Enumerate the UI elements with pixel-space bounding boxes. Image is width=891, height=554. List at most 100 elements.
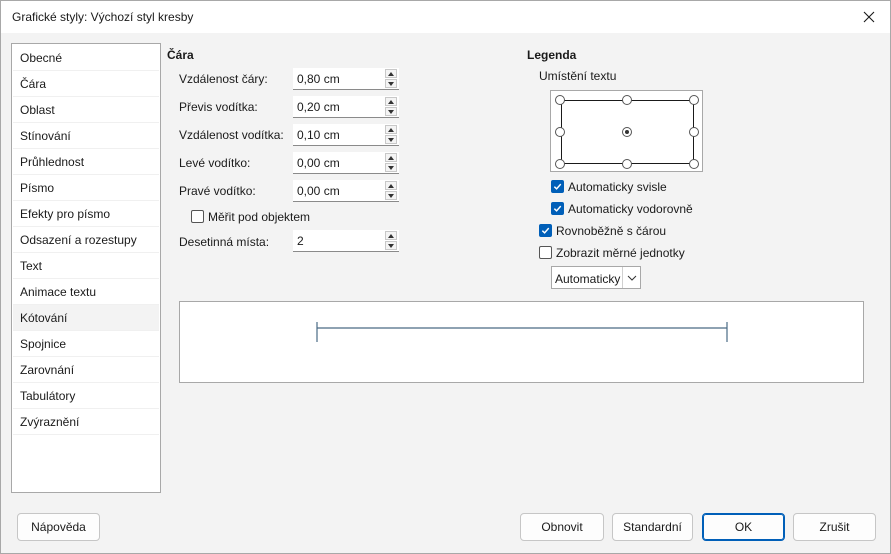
- increment-button[interactable]: [385, 125, 397, 134]
- position-top-left-radio[interactable]: [555, 95, 565, 105]
- reset-button[interactable]: Obnovit: [520, 513, 604, 541]
- dimension-line-preview: [316, 322, 728, 342]
- increment-button[interactable]: [385, 231, 397, 240]
- category-list: Obecné Čára Oblast Stínování Průhlednost…: [11, 43, 161, 493]
- auto-horizontal-label[interactable]: Automaticky vodorovně: [568, 202, 693, 216]
- right-guide-label: Pravé vodítko:: [179, 184, 256, 198]
- measure-below-label[interactable]: Měřit pod objektem: [208, 210, 310, 224]
- decrement-button[interactable]: [385, 135, 397, 144]
- decrement-button[interactable]: [385, 163, 397, 172]
- line-distance-label: Vzdálenost čáry:: [179, 72, 268, 86]
- position-bottom-left-radio[interactable]: [555, 159, 565, 169]
- arrow-down-icon: [388, 109, 394, 114]
- cancel-button[interactable]: Zrušit: [793, 513, 876, 541]
- show-units-label[interactable]: Zobrazit měrné jednotky: [556, 246, 685, 260]
- left-guide-value[interactable]: 0,00 cm: [297, 156, 340, 170]
- sidebar-item-tabulatory[interactable]: Tabulátory: [13, 383, 159, 409]
- decimal-places-spinbox[interactable]: 2: [293, 230, 399, 252]
- units-dropdown-value: Automaticky: [555, 272, 621, 286]
- position-bottom-center-radio[interactable]: [622, 159, 632, 169]
- guide-distance-value[interactable]: 0,10 cm: [297, 128, 340, 142]
- dropdown-toggle[interactable]: [622, 267, 640, 288]
- text-position-selector: [550, 90, 703, 172]
- increment-button[interactable]: [385, 181, 397, 190]
- sidebar-item-oblast[interactable]: Oblast: [13, 97, 159, 123]
- units-dropdown[interactable]: Automaticky: [551, 266, 641, 289]
- check-icon: [541, 227, 550, 234]
- line-section-title: Čára: [167, 48, 194, 62]
- decrement-button[interactable]: [385, 107, 397, 116]
- legend-section-title: Legenda: [527, 48, 577, 62]
- position-bottom-right-radio[interactable]: [689, 159, 699, 169]
- sidebar-item-animace-textu[interactable]: Animace textu: [13, 279, 159, 305]
- ok-button[interactable]: OK: [702, 513, 785, 541]
- position-center-radio[interactable]: [622, 127, 632, 137]
- chevron-down-icon: [627, 275, 636, 281]
- auto-vertical-checkbox[interactable]: [551, 180, 564, 193]
- increment-button[interactable]: [385, 97, 397, 106]
- auto-horizontal-checkbox[interactable]: [551, 202, 564, 215]
- sidebar-item-zvyrazneni[interactable]: Zvýraznění: [13, 409, 159, 435]
- arrow-down-icon: [388, 243, 394, 248]
- dimension-preview: [179, 301, 864, 383]
- arrow-up-icon: [388, 99, 394, 104]
- sidebar-item-pismo[interactable]: Písmo: [13, 175, 159, 201]
- arrow-down-icon: [388, 81, 394, 86]
- text-position-label: Umístění textu: [539, 69, 617, 83]
- arrow-up-icon: [388, 155, 394, 160]
- arrow-down-icon: [388, 165, 394, 170]
- sidebar-item-text[interactable]: Text: [13, 253, 159, 279]
- right-guide-spinbox[interactable]: 0,00 cm: [293, 180, 399, 202]
- position-middle-right-radio[interactable]: [689, 127, 699, 137]
- sidebar-item-spojnice[interactable]: Spojnice: [13, 331, 159, 357]
- arrow-down-icon: [388, 137, 394, 142]
- arrow-up-icon: [388, 233, 394, 238]
- guide-overhang-spinbox[interactable]: 0,20 cm: [293, 96, 399, 118]
- sidebar-item-cara[interactable]: Čára: [13, 71, 159, 97]
- sidebar-item-kotovani[interactable]: Kótování: [13, 305, 159, 331]
- line-distance-spinbox[interactable]: 0,80 cm: [293, 68, 399, 90]
- position-middle-left-radio[interactable]: [555, 127, 565, 137]
- sidebar-item-zarovnani[interactable]: Zarovnání: [13, 357, 159, 383]
- check-icon: [553, 183, 562, 190]
- help-button[interactable]: Nápověda: [17, 513, 100, 541]
- left-guide-spinbox[interactable]: 0,00 cm: [293, 152, 399, 174]
- parallel-to-line-checkbox[interactable]: [539, 224, 552, 237]
- show-units-checkbox[interactable]: [539, 246, 552, 259]
- right-guide-value[interactable]: 0,00 cm: [297, 184, 340, 198]
- sidebar-item-efekty-pro-pismo[interactable]: Efekty pro písmo: [13, 201, 159, 227]
- arrow-down-icon: [388, 193, 394, 198]
- measure-below-checkbox[interactable]: [191, 210, 204, 223]
- position-top-right-radio[interactable]: [689, 95, 699, 105]
- decimal-places-label: Desetinná místa:: [179, 235, 270, 249]
- close-icon: [863, 11, 875, 23]
- increment-button[interactable]: [385, 69, 397, 78]
- auto-vertical-label[interactable]: Automaticky svisle: [568, 180, 667, 194]
- arrow-up-icon: [388, 127, 394, 132]
- sidebar-item-obecne[interactable]: Obecné: [13, 45, 159, 71]
- left-guide-label: Levé vodítko:: [179, 156, 251, 170]
- decimal-places-value[interactable]: 2: [297, 234, 304, 248]
- parallel-to-line-label[interactable]: Rovnoběžně s čárou: [556, 224, 666, 238]
- sidebar-item-odsazeni-a-rozestupy[interactable]: Odsazení a rozestupy: [13, 227, 159, 253]
- window-title: Grafické styly: Výchozí styl kresby: [12, 10, 194, 24]
- arrow-up-icon: [388, 71, 394, 76]
- arrow-up-icon: [388, 183, 394, 188]
- decrement-button[interactable]: [385, 191, 397, 200]
- guide-distance-spinbox[interactable]: 0,10 cm: [293, 124, 399, 146]
- standard-button[interactable]: Standardní: [612, 513, 693, 541]
- line-distance-value[interactable]: 0,80 cm: [297, 72, 340, 86]
- guide-overhang-label: Převis vodítka:: [179, 100, 258, 114]
- sidebar-item-pruhlednost[interactable]: Průhlednost: [13, 149, 159, 175]
- guide-overhang-value[interactable]: 0,20 cm: [297, 100, 340, 114]
- title-bar: Grafické styly: Výchozí styl kresby: [1, 1, 890, 33]
- decrement-button[interactable]: [385, 79, 397, 88]
- guide-distance-label: Vzdálenost vodítka:: [179, 128, 284, 142]
- close-button[interactable]: [848, 1, 890, 33]
- position-top-center-radio[interactable]: [622, 95, 632, 105]
- sidebar-item-stinovani[interactable]: Stínování: [13, 123, 159, 149]
- decrement-button[interactable]: [385, 241, 397, 250]
- increment-button[interactable]: [385, 153, 397, 162]
- dialog-window: Grafické styly: Výchozí styl kresby Obec…: [0, 0, 891, 554]
- check-icon: [553, 205, 562, 212]
